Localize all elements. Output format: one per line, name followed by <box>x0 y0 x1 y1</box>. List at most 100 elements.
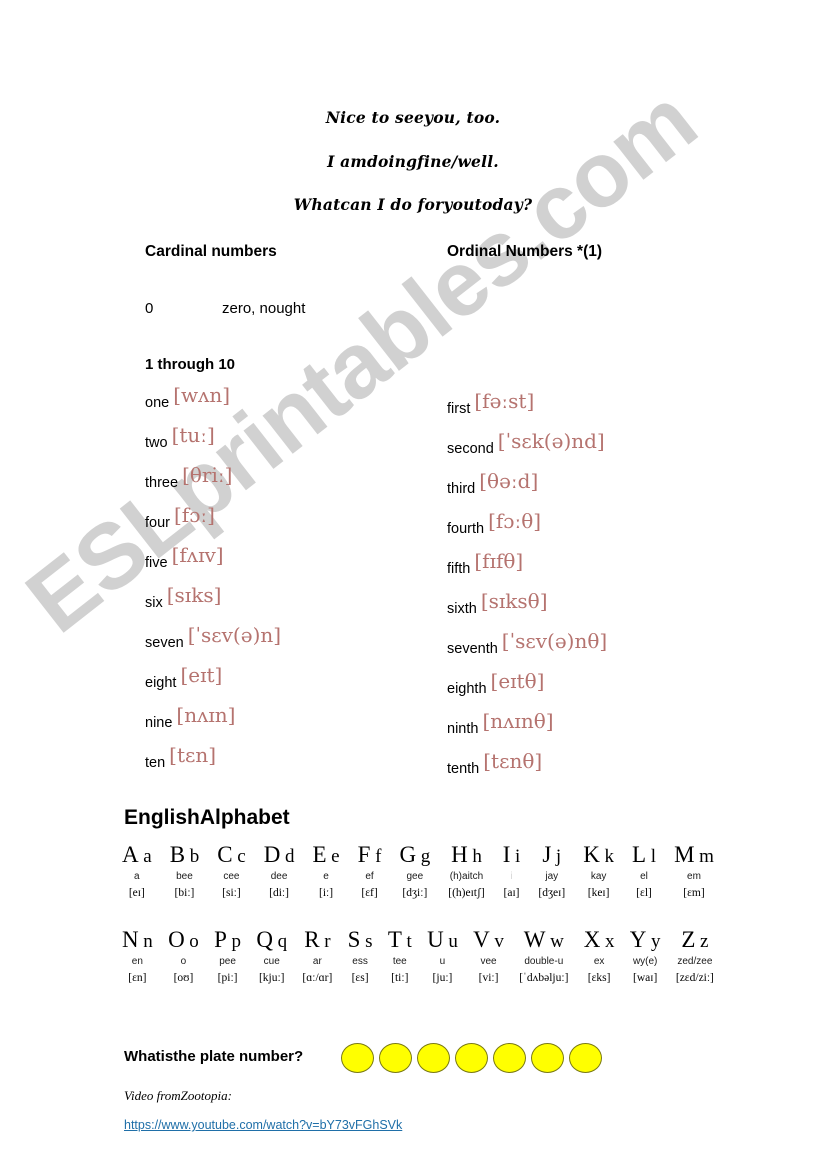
cardinal-row: four [fɔː] <box>145 503 215 532</box>
cardinal-word: ten <box>145 755 166 771</box>
alphabet-cell-l: L l el [ɛl] <box>632 842 656 900</box>
video-source-label: Video fromZootopia: <box>124 1088 232 1103</box>
greeting-line-2: I amdoingfine/well. <box>327 152 499 171</box>
alphabet-letter-ipa: [ɑː/ɑr] <box>302 972 333 985</box>
plate-circle[interactable] <box>379 1043 412 1073</box>
ordinal-word: second <box>447 441 494 457</box>
ordinal-ipa: [nʌɪnθ] <box>482 709 554 733</box>
alphabet-letter-pair: M m <box>674 842 714 867</box>
alphabet-letter-ipa: [tiː] <box>391 972 409 985</box>
cardinal-word: seven <box>145 635 184 651</box>
alphabet-cell-n: N n en [ɛn] <box>122 927 153 984</box>
ordinal-ipa: [sɪksθ] <box>480 589 548 613</box>
plate-circles[interactable] <box>341 1043 602 1073</box>
ordinal-numbers-heading: Ordinal Numbers *(1) <box>447 243 603 260</box>
alphabet-cell-a: A a a [eɪ] <box>122 842 152 899</box>
alphabet-letter-name: (h)aitch <box>449 871 484 883</box>
plate-circle[interactable] <box>531 1043 564 1073</box>
alphabet-uppercase: N <box>122 927 139 952</box>
cardinal-ipa: [tɛn] <box>169 743 217 767</box>
video-link[interactable]: https://www.youtube.com/watch?v=bY73vFGh… <box>124 1118 402 1132</box>
alphabet-lowercase: r <box>324 931 331 952</box>
alphabet-letter-name: vee <box>480 956 497 968</box>
worksheet-page: ESLprintables.com Nice to seeyou, too. I… <box>0 0 826 1169</box>
alphabet-letter-name: el <box>640 871 648 883</box>
alphabet-lowercase: z <box>700 931 709 952</box>
alphabet-letter-pair: P p <box>214 927 242 952</box>
alphabet-row-2: N n en [ɛn] O o o [oʊ] P p pee [piː] Q q cue [kjuː]… <box>122 927 714 985</box>
alphabet-cell-j: J j jay [dʒeɪ] <box>538 842 565 899</box>
alphabet-letter-name: ar <box>312 956 322 968</box>
cardinal-word: one <box>145 395 170 411</box>
alphabet-letter-pair: R r <box>304 927 331 952</box>
cardinal-ipa: [nʌɪn] <box>176 703 236 727</box>
alphabet-uppercase: W <box>523 927 546 952</box>
alphabet-cell-x: X x ex [ɛks] <box>584 927 615 985</box>
alphabet-uppercase: B <box>169 842 186 867</box>
zero-words: zero, nought <box>222 300 306 317</box>
alphabet-letter-pair: N n <box>122 927 153 952</box>
alphabet-letter-name: gee <box>406 871 424 883</box>
alphabet-letter-ipa: [keɪ] <box>587 887 610 900</box>
alphabet-lowercase: q <box>277 931 288 952</box>
ordinal-word: eighth <box>447 681 487 697</box>
alphabet-uppercase: U <box>427 927 444 952</box>
cardinal-ipa: [fɔː] <box>174 503 215 527</box>
plate-circle[interactable] <box>341 1043 374 1073</box>
alphabet-lowercase: p <box>231 931 242 952</box>
alphabet-uppercase: E <box>312 842 327 867</box>
plate-circle[interactable] <box>493 1043 526 1073</box>
alphabet-letter-ipa: [ɛl] <box>636 887 652 900</box>
alphabet-letter-ipa: [zɛd/ziː] <box>675 972 714 985</box>
alphabet-cell-m: M m em [ɛm] <box>674 842 714 899</box>
alphabet-letter-ipa: [ɛks] <box>587 972 611 985</box>
alphabet-letter-pair: X x <box>584 927 615 952</box>
alphabet-letter-pair: T t <box>388 927 412 952</box>
plate-circle[interactable] <box>569 1043 602 1073</box>
alphabet-letter-pair: Y y <box>630 927 661 952</box>
alphabet-lowercase: g <box>420 846 431 867</box>
alphabet-letter-name: bee <box>176 871 193 883</box>
alphabet-cell-t: T t tee [tiː] <box>388 927 412 985</box>
ordinal-ipa: [fəːst] <box>474 389 535 413</box>
ordinal-row: third [θəːd] <box>447 469 538 498</box>
alphabet-letter-ipa: [piː] <box>217 972 238 985</box>
alphabet-letter-ipa: [biː] <box>174 887 195 900</box>
alphabet-lowercase: y <box>651 931 661 952</box>
alphabet-lowercase: i <box>515 846 521 867</box>
alphabet-letter-pair: Z z <box>681 927 709 952</box>
alphabet-letter-pair: B b <box>169 842 199 867</box>
alphabet-cell-z: Z z zed/zee [zɛd/ziː] <box>675 927 714 985</box>
alphabet-letter-pair: W w <box>523 927 564 952</box>
alphabet-cell-e: E e e [iː] <box>312 842 340 899</box>
alphabet-uppercase: G <box>399 842 417 867</box>
alphabet-cell-y: Y y wy(e) [waɪ] <box>630 927 661 984</box>
plate-circle[interactable] <box>455 1043 488 1073</box>
alphabet-lowercase: s <box>365 931 373 952</box>
alphabet-letter-name: kay <box>590 871 607 883</box>
ordinal-ipa: [eɪtθ] <box>490 669 545 693</box>
cardinal-ipa: [fʌɪv] <box>171 543 224 567</box>
alphabet-uppercase: L <box>632 842 647 867</box>
cardinal-row: one [wʌn] <box>145 383 230 412</box>
plate-circle[interactable] <box>417 1043 450 1073</box>
alphabet-cell-r: R r ar [ɑː/ɑr] <box>302 927 333 985</box>
ordinal-ipa: [tɛnθ] <box>483 749 543 773</box>
alphabet-letter-pair: H h <box>451 842 482 867</box>
cardinal-ipa: [sɪks] <box>166 583 222 607</box>
alphabet-letter-name: em <box>687 871 701 883</box>
ordinal-word: third <box>447 481 476 497</box>
alphabet-letter-name: o <box>180 956 187 968</box>
alphabet-lowercase: d <box>284 846 295 867</box>
alphabet-letter-pair: A a <box>122 842 152 867</box>
zero-digit: 0 <box>145 300 154 317</box>
cardinal-word: four <box>145 515 170 531</box>
alphabet-uppercase: K <box>583 842 600 867</box>
alphabet-letter-name: double-u <box>524 956 564 968</box>
alphabet-letter-pair: S s <box>348 927 373 952</box>
alphabet-lowercase: o <box>189 931 199 952</box>
alphabet-letter-name: ess <box>352 956 368 968</box>
alphabet-letter-pair: J j <box>542 842 561 867</box>
ordinal-word: fifth <box>447 561 471 577</box>
alphabet-letter-ipa: [kjuː] <box>258 972 285 985</box>
